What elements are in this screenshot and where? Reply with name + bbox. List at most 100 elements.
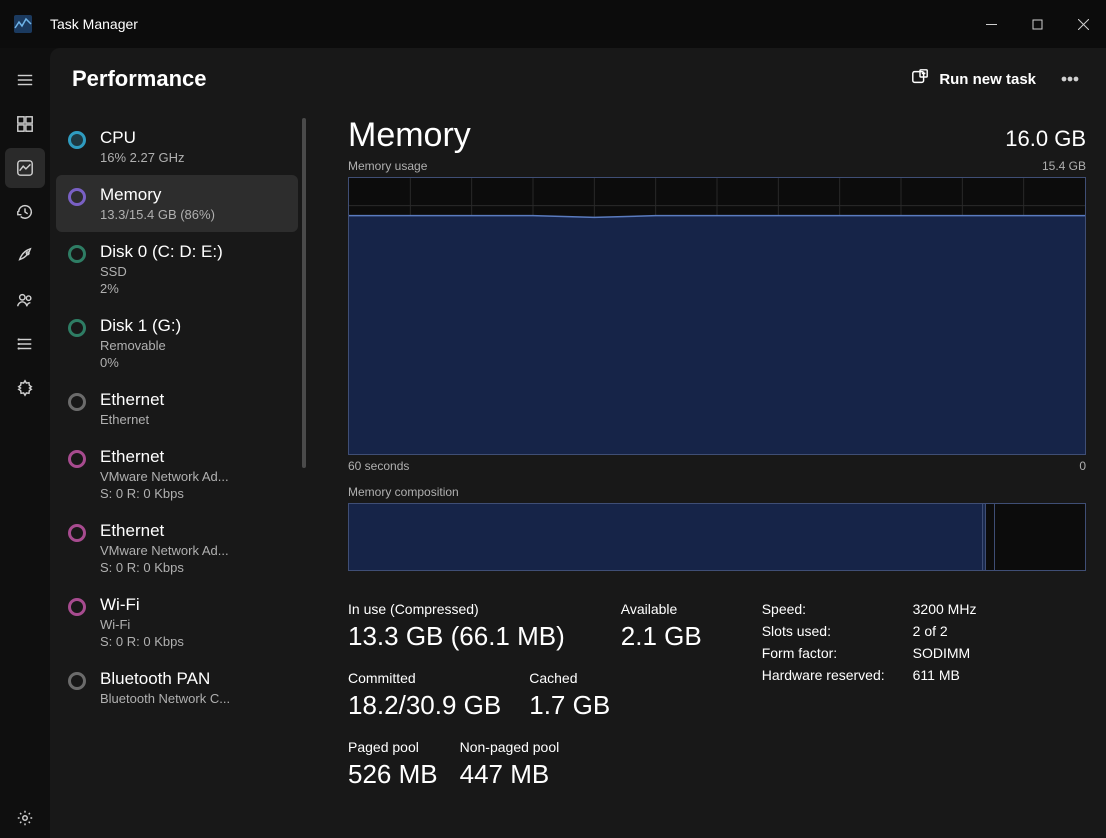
nav-history-icon[interactable] <box>5 192 45 232</box>
maximize-button[interactable] <box>1014 0 1060 48</box>
status-ring-icon <box>68 245 86 263</box>
cached-label: Cached <box>529 670 610 686</box>
sidebar-item-title: Ethernet <box>100 390 164 410</box>
status-ring-icon <box>68 672 86 690</box>
sidebar-item-disk-1-g-[interactable]: Disk 1 (G:) Removable 0% <box>56 306 298 380</box>
more-options-button[interactable] <box>1054 63 1086 95</box>
sidebar-item-sub: SSD <box>100 264 223 279</box>
page-header: Performance Run new task <box>50 48 1106 110</box>
status-ring-icon <box>68 188 86 206</box>
sidebar-item-disk-0-c-d-e-[interactable]: Disk 0 (C: D: E:) SSD 2% <box>56 232 298 306</box>
window-controls <box>968 0 1106 48</box>
status-ring-icon <box>68 450 86 468</box>
sidebar-item-title: Ethernet <box>100 447 229 467</box>
sidebar-item-title: CPU <box>100 128 185 148</box>
memory-composition-chart <box>348 503 1086 571</box>
available-label: Available <box>621 601 702 617</box>
app-icon <box>12 13 34 35</box>
form-v: SODIMM <box>913 645 977 661</box>
run-new-task-button[interactable]: Run new task <box>901 62 1046 96</box>
performance-sidebar: CPU 16% 2.27 GHz Memory 13.3/15.4 GB (86%) D… <box>50 110 308 838</box>
sidebar-item-ethernet[interactable]: Ethernet VMware Network Ad... S: 0 R: 0 Kb… <box>56 437 298 511</box>
sidebar-item-sub2: S: 0 R: 0 Kbps <box>100 560 229 575</box>
run-task-label: Run new task <box>939 71 1036 88</box>
committed-label: Committed <box>348 670 501 686</box>
form-k: Form factor: <box>762 645 885 661</box>
in-use-label: In use (Compressed) <box>348 601 565 617</box>
hamburger-button[interactable] <box>5 60 45 100</box>
nav-details-icon[interactable] <box>5 324 45 364</box>
sidebar-item-sub2: S: 0 R: 0 Kbps <box>100 486 229 501</box>
sidebar-item-sub: Bluetooth Network C... <box>100 691 230 706</box>
composition-in-use <box>349 504 983 570</box>
x-axis-right: 0 <box>1079 459 1086 473</box>
memory-detail: Memory 16.0 GB Memory usage 15.4 GB 60 s… <box>308 110 1106 838</box>
status-ring-icon <box>68 319 86 337</box>
sidebar-item-ethernet[interactable]: Ethernet VMware Network Ad... S: 0 R: 0 Kb… <box>56 511 298 585</box>
sidebar-item-ethernet[interactable]: Ethernet Ethernet <box>56 380 298 437</box>
status-ring-icon <box>68 393 86 411</box>
minimize-button[interactable] <box>968 0 1014 48</box>
sidebar-item-sub2: 0% <box>100 355 181 370</box>
sidebar-item-sub2: 2% <box>100 281 223 296</box>
sidebar-item-sub: 16% 2.27 GHz <box>100 150 185 165</box>
x-axis-left: 60 seconds <box>348 459 409 473</box>
in-use-value: 13.3 GB (66.1 MB) <box>348 621 565 652</box>
nonpaged-value: 447 MB <box>460 759 560 790</box>
status-ring-icon <box>68 524 86 542</box>
sidebar-item-sub: Ethernet <box>100 412 164 427</box>
nonpaged-label: Non-paged pool <box>460 739 560 755</box>
run-task-icon <box>911 68 929 90</box>
available-value: 2.1 GB <box>621 621 702 652</box>
composition-label: Memory composition <box>348 485 459 499</box>
sidebar-item-bluetooth-pan[interactable]: Bluetooth PAN Bluetooth Network C... <box>56 659 298 716</box>
composition-free <box>995 504 1085 570</box>
composition-standby <box>986 504 994 570</box>
nav-services-icon[interactable] <box>5 368 45 408</box>
sidebar-item-title: Memory <box>100 185 215 205</box>
hwres-k: Hardware reserved: <box>762 667 885 683</box>
sidebar-item-sub: VMware Network Ad... <box>100 469 229 484</box>
memory-total: 16.0 GB <box>1005 126 1086 152</box>
paged-value: 526 MB <box>348 759 438 790</box>
sidebar-item-title: Ethernet <box>100 521 229 541</box>
sidebar-item-sub: VMware Network Ad... <box>100 543 229 558</box>
memory-specs: Speed: 3200 MHz Slots used: 2 of 2 Form … <box>762 601 977 790</box>
titlebar: Task Manager <box>0 0 1106 48</box>
sidebar-item-sub2: S: 0 R: 0 Kbps <box>100 634 184 649</box>
cached-value: 1.7 GB <box>529 690 610 721</box>
nav-users-icon[interactable] <box>5 280 45 320</box>
settings-icon[interactable] <box>5 798 45 838</box>
speed-v: 3200 MHz <box>913 601 977 617</box>
sidebar-item-title: Disk 1 (G:) <box>100 316 181 336</box>
sidebar-item-memory[interactable]: Memory 13.3/15.4 GB (86%) <box>56 175 298 232</box>
nav-processes-icon[interactable] <box>5 104 45 144</box>
sidebar-item-cpu[interactable]: CPU 16% 2.27 GHz <box>56 118 298 175</box>
app-title: Task Manager <box>50 16 138 32</box>
memory-usage-chart <box>348 177 1086 455</box>
sidebar-item-title: Disk 0 (C: D: E:) <box>100 242 223 262</box>
speed-k: Speed: <box>762 601 885 617</box>
sidebar-item-wi-fi[interactable]: Wi-Fi Wi-Fi S: 0 R: 0 Kbps <box>56 585 298 659</box>
committed-value: 18.2/30.9 GB <box>348 690 501 721</box>
hwres-v: 611 MB <box>913 667 977 683</box>
close-button[interactable] <box>1060 0 1106 48</box>
sidebar-item-title: Bluetooth PAN <box>100 669 230 689</box>
status-ring-icon <box>68 598 86 616</box>
usage-chart-label: Memory usage <box>348 159 427 173</box>
detail-title: Memory <box>348 116 471 155</box>
sidebar-scrollbar[interactable] <box>302 118 306 468</box>
sidebar-item-title: Wi-Fi <box>100 595 184 615</box>
sidebar-item-sub: 13.3/15.4 GB (86%) <box>100 207 215 222</box>
page-title: Performance <box>72 66 207 92</box>
nav-startup-icon[interactable] <box>5 236 45 276</box>
nav-performance-icon[interactable] <box>5 148 45 188</box>
slots-k: Slots used: <box>762 623 885 639</box>
usage-chart-max: 15.4 GB <box>1042 159 1086 173</box>
paged-label: Paged pool <box>348 739 438 755</box>
sidebar-item-sub: Removable <box>100 338 181 353</box>
sidebar-item-sub: Wi-Fi <box>100 617 184 632</box>
nav-rail <box>0 48 50 838</box>
status-ring-icon <box>68 131 86 149</box>
slots-v: 2 of 2 <box>913 623 977 639</box>
